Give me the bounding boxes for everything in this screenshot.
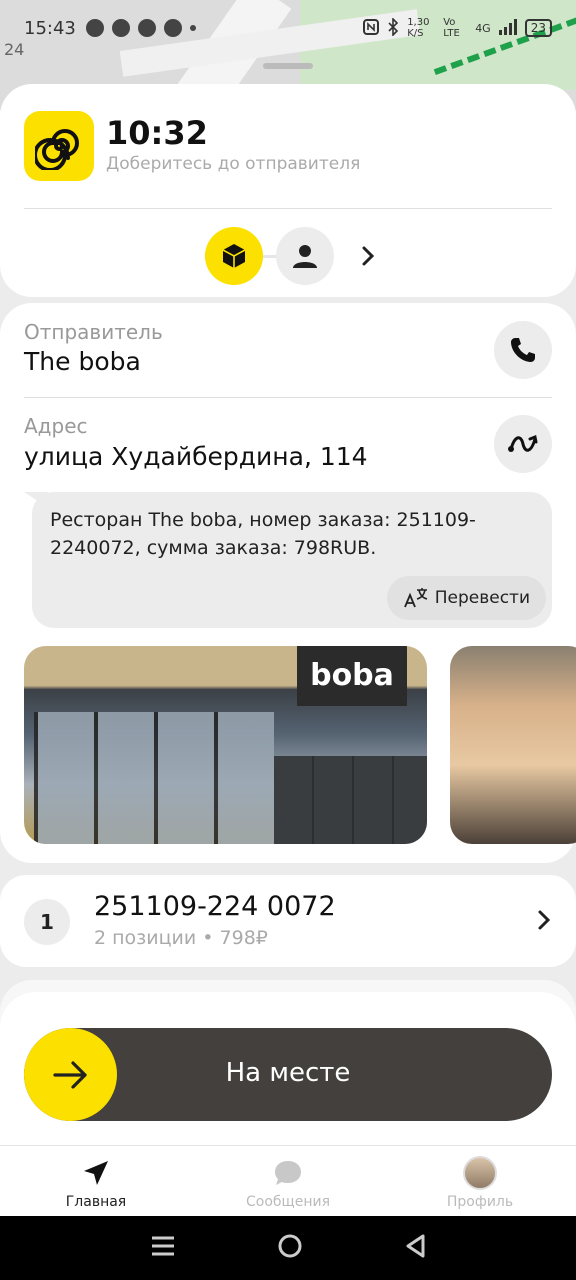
call-button[interactable] (494, 321, 552, 379)
store-interior-photo[interactable] (450, 646, 576, 844)
address-label: Адрес (24, 414, 88, 438)
more-notifications-icon (189, 25, 196, 31)
sender-details-card: Отправитель The boba Адрес улица Худайбе… (0, 303, 576, 863)
translate-button[interactable]: Перевести (386, 576, 546, 620)
eta-subtitle: Доберитесь до отправителя (106, 154, 361, 174)
avatar (463, 1156, 497, 1190)
order-card[interactable]: 1 251109-224 0072 2 позиции • 798₽ (0, 875, 576, 967)
store-sign: boba (297, 646, 407, 706)
nav-profile-label: Профиль (446, 1194, 514, 1210)
order-chevron-icon (537, 909, 551, 935)
volte-label: Vo LTE (443, 17, 460, 39)
translate-label: Перевести (434, 588, 530, 608)
home-circle-icon[interactable] (277, 1233, 303, 1263)
signal-icon (498, 18, 517, 38)
divider (24, 397, 552, 398)
nav-home-label: Главная (65, 1194, 127, 1210)
order-id: 251109-224 0072 (94, 891, 336, 922)
spiral-logo-icon (35, 129, 79, 170)
chat-bubble-icon (273, 1158, 303, 1188)
order-index-badge: 1 (24, 899, 70, 945)
eta-card: 10:32 Доберитесь до отправителя (0, 84, 576, 297)
app-icon (163, 19, 182, 37)
person-icon (293, 245, 317, 268)
bottom-navigation: Главная Сообщения Профиль (0, 1145, 576, 1216)
slider-knob[interactable] (24, 1028, 117, 1121)
message-icon (111, 19, 130, 37)
back-triangle-icon[interactable] (404, 1233, 426, 1263)
nfc-icon (363, 18, 380, 38)
whatsapp-icon (85, 19, 104, 37)
bluetooth-icon (387, 16, 399, 39)
menu-icon[interactable] (150, 1235, 176, 1261)
divider (24, 208, 552, 209)
package-icon (222, 244, 246, 268)
system-navigation-bar (0, 1216, 576, 1280)
nav-profile[interactable]: Профиль (384, 1146, 576, 1216)
order-summary: 2 позиции • 798₽ (94, 927, 268, 949)
comment-text: Ресторан The boba, номер заказа: 251109-… (50, 509, 476, 559)
network-type: 4G (475, 21, 491, 35)
phone-icon (511, 338, 535, 362)
route-button[interactable] (494, 415, 552, 473)
nav-home[interactable]: Главная (0, 1146, 192, 1216)
profile-icon (463, 1156, 497, 1190)
sheet-grabber[interactable] (263, 63, 313, 69)
comment-bubble: Ресторан The boba, номер заказа: 251109-… (32, 492, 552, 628)
nav-messages-label: Сообщения (245, 1194, 330, 1210)
sender-label: Отправитель (24, 320, 163, 344)
sender-name: The boba (24, 347, 141, 376)
battery-indicator: 23 (524, 19, 552, 37)
storefront-photo[interactable]: boba (24, 646, 427, 844)
chat-icon (137, 19, 156, 37)
steps-next-chevron-icon[interactable] (356, 242, 380, 270)
status-time: 15:43 (24, 17, 76, 39)
route-icon (508, 434, 538, 452)
nav-messages[interactable]: Сообщения (192, 1146, 384, 1216)
app-logo (24, 111, 94, 181)
network-speed: 1,30 K/S (407, 17, 430, 39)
store-windows (34, 712, 274, 844)
navigation-arrow-icon (82, 1158, 110, 1188)
eta-time: 10:32 (106, 114, 208, 152)
step-pickup-package[interactable] (205, 227, 263, 285)
arrow-right-icon (52, 1060, 87, 1089)
translate-icon (403, 588, 427, 608)
store-facade-panel (274, 756, 427, 844)
address-value: улица Худайбердина, 114 (24, 442, 368, 471)
step-recipient[interactable] (276, 227, 334, 285)
status-bar: 15:43 1,30 K/S Vo LTE 4G 23 (0, 0, 576, 56)
